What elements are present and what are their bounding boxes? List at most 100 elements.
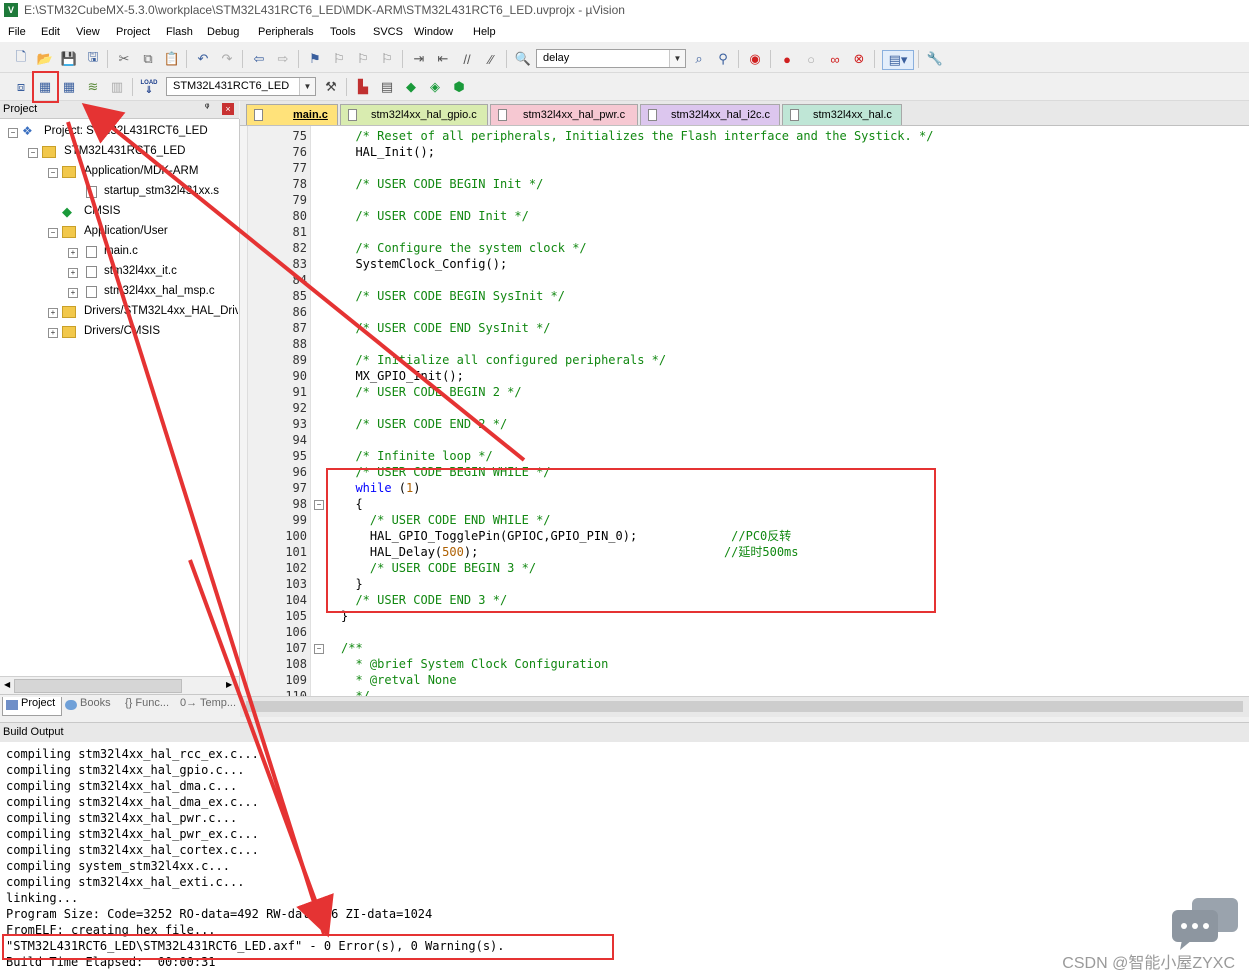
tab-main-c[interactable]: main.c [246, 104, 338, 125]
debug-session-icon[interactable]: ◉ [746, 50, 764, 68]
code-line[interactable]: /* USER CODE BEGIN SysInit */ [341, 288, 565, 304]
find-in-files-icon[interactable]: 🔍 [514, 50, 532, 68]
code-line[interactable]: HAL_Init(); [341, 144, 434, 160]
disable-breakpoint-icon[interactable]: ○ [802, 50, 820, 68]
window-layout-icon[interactable]: ▤▾ [882, 50, 914, 70]
menu-svcs[interactable]: SVCS [373, 26, 403, 38]
code-line[interactable]: /* USER CODE BEGIN Init */ [341, 176, 543, 192]
code-line[interactable]: /* Configure the system clock */ [341, 240, 586, 256]
scrollbar-thumb[interactable] [14, 679, 182, 693]
breakpoint-gutter[interactable] [240, 126, 248, 696]
kill-breakpoints-icon[interactable]: ⊗ [850, 50, 868, 68]
expand-icon[interactable]: + [48, 308, 58, 318]
tab-hal-gpio-c[interactable]: stm32l4xx_hal_gpio.c [340, 104, 488, 125]
save-all-icon[interactable]: 🖫 [84, 49, 102, 68]
code-line[interactable]: /* USER CODE END SysInit */ [341, 320, 550, 336]
tab-functions[interactable]: {} Func... [122, 697, 179, 715]
scroll-right-icon[interactable]: ▶ [226, 680, 232, 689]
menu-debug[interactable]: Debug [207, 26, 239, 38]
editor-horizontal-scrollbar[interactable] [240, 696, 1249, 717]
code-line[interactable]: /* USER CODE BEGIN 2 */ [341, 384, 521, 400]
code-line[interactable]: * @retval None [341, 672, 456, 688]
collapse-icon[interactable]: − [48, 168, 58, 178]
download-icon[interactable]: LOAD ⇓ [140, 78, 158, 96]
target-combo[interactable]: STM32L431RCT6_LED ▼ [166, 77, 316, 96]
nav-forward-icon[interactable]: ⇨ [274, 50, 292, 68]
paste-icon[interactable]: 📋 [163, 50, 181, 68]
menu-tools[interactable]: Tools [330, 26, 356, 38]
menu-edit[interactable]: Edit [41, 26, 60, 38]
expand-icon[interactable]: + [48, 328, 58, 338]
code-line[interactable]: * @brief System Clock Configuration [341, 656, 608, 672]
scrollbar-thumb[interactable] [246, 701, 1243, 712]
breakpoint-icon[interactable]: ● [778, 50, 796, 68]
menu-flash[interactable]: Flash [166, 26, 193, 38]
prev-bookmark-icon[interactable]: ⚐ [330, 50, 348, 68]
collapse-icon[interactable]: − [8, 128, 18, 138]
tree-item-hal-driver[interactable]: + Drivers/STM32L4xx_HAL_Driver [0, 304, 238, 322]
menu-project[interactable]: Project [116, 26, 150, 38]
save-icon[interactable]: 💾 [60, 50, 78, 68]
expand-icon[interactable]: + [68, 248, 78, 258]
code-line[interactable]: MX_GPIO_Init(); [341, 368, 463, 384]
incremental-find-icon[interactable]: ⚲ [714, 50, 732, 68]
expand-icon[interactable]: + [68, 268, 78, 278]
code-line[interactable]: /** [341, 640, 363, 656]
nav-back-icon[interactable]: ⇦ [250, 50, 268, 68]
menu-view[interactable]: View [76, 26, 100, 38]
menu-peripherals[interactable]: Peripherals [258, 26, 314, 38]
cut-icon[interactable]: ✂ [115, 50, 133, 68]
undo-icon[interactable]: ↶ [194, 50, 212, 68]
redo-icon[interactable]: ↷ [218, 50, 236, 68]
tab-hal-c[interactable]: stm32l4xx_hal.c [782, 104, 902, 125]
chevron-down-icon[interactable]: ▼ [669, 50, 685, 67]
next-bookmark-icon[interactable]: ⚐ [354, 50, 372, 68]
fold-toggle-icon[interactable]: − [314, 644, 324, 654]
code-line[interactable]: SystemClock_Config(); [341, 256, 507, 272]
fold-toggle-icon[interactable]: − [314, 500, 324, 510]
copy-icon[interactable]: ⧉ [139, 50, 157, 68]
code-line[interactable]: /* USER CODE END Init */ [341, 208, 528, 224]
code-line[interactable]: /* USER CODE END 2 */ [341, 416, 507, 432]
code-line[interactable]: /* Initialize all configured peripherals… [341, 352, 666, 368]
tab-hal-i2c-c[interactable]: stm32l4xx_hal_i2c.c [640, 104, 780, 125]
disable-all-breakpoints-icon[interactable]: ∞ [826, 50, 844, 68]
scroll-left-icon[interactable]: ◀ [4, 680, 10, 689]
bookmark-icon[interactable]: ⚑ [306, 50, 324, 68]
manage-rte-icon[interactable]: ◆ [402, 78, 420, 96]
target-options-icon[interactable]: ⚒ [322, 78, 340, 96]
select-pack-icon[interactable]: ◈ [426, 78, 444, 96]
collapse-icon[interactable]: − [48, 228, 58, 238]
chevron-down-icon[interactable]: ▼ [299, 78, 315, 95]
translate-icon[interactable]: ⧈ [12, 78, 30, 96]
project-horizontal-scrollbar[interactable]: ◀ ▶ [0, 676, 240, 694]
menu-file[interactable]: File [8, 26, 26, 38]
code-line[interactable]: /* Reset of all peripherals, Initializes… [341, 128, 933, 144]
find-combo[interactable]: delay ▼ [536, 49, 686, 68]
rebuild-icon[interactable]: ▦ [60, 78, 78, 96]
tab-templates[interactable]: 0→ Temp... [178, 697, 238, 715]
close-icon[interactable]: × [222, 103, 234, 115]
batch-build-icon[interactable]: ≋ [84, 78, 102, 96]
tab-books[interactable]: Books [62, 697, 118, 715]
collapse-icon[interactable]: − [28, 148, 38, 158]
unindent-icon[interactable]: ⇤ [434, 50, 452, 68]
find-icon[interactable]: ⌕ [690, 50, 708, 68]
manage-components-icon[interactable]: ▙ [354, 78, 372, 96]
comment-icon[interactable]: // [458, 50, 476, 68]
code-line[interactable]: /* Infinite loop */ [341, 448, 492, 464]
configure-icon[interactable]: 🔧 [926, 50, 944, 68]
menu-window[interactable]: Window [414, 26, 453, 38]
tab-hal-pwr-c[interactable]: stm32l4xx_hal_pwr.c [490, 104, 638, 125]
open-file-icon[interactable]: 📂 [36, 50, 54, 68]
file-extensions-icon[interactable]: ▤ [378, 78, 396, 96]
clear-bookmarks-icon[interactable]: ⚐ [378, 50, 396, 68]
indent-icon[interactable]: ⇥ [410, 50, 428, 68]
pin-icon[interactable]: ᵠ [205, 102, 209, 113]
uncomment-icon[interactable]: ∕∕ [482, 50, 500, 68]
pack-installer-icon[interactable]: ⬢ [450, 78, 468, 96]
tab-project[interactable]: Project [2, 697, 62, 716]
new-file-icon[interactable]: 🗋 [12, 49, 30, 68]
stop-build-icon[interactable]: ▥ [108, 78, 126, 96]
expand-icon[interactable]: + [68, 288, 78, 298]
